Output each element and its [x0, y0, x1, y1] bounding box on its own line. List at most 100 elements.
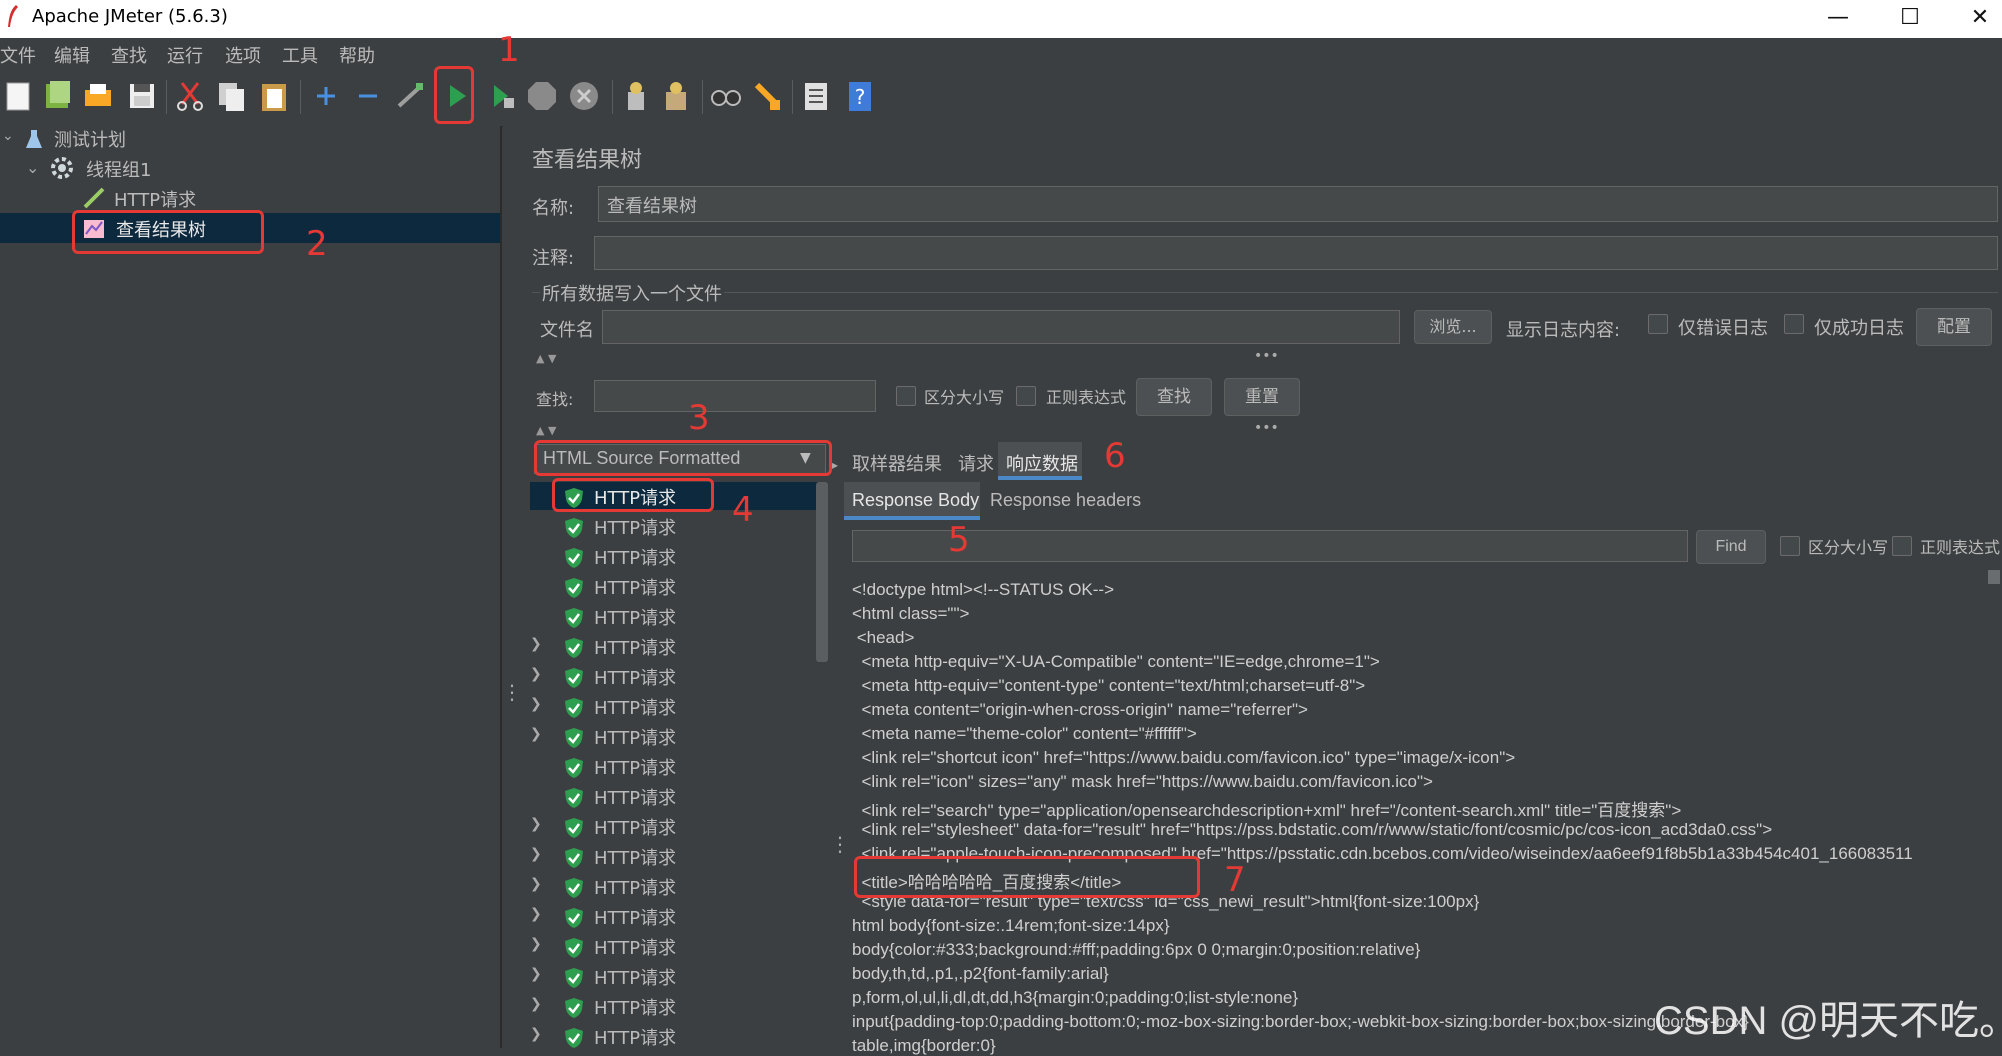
- file-section-title: 所有数据写入一个文件: [540, 280, 724, 306]
- browse-button[interactable]: 浏览...: [1414, 310, 1492, 344]
- watermark: CSDN @明天不吃。: [1654, 999, 2002, 1043]
- expand-arrow-icon[interactable]: ❯: [530, 696, 542, 712]
- clear-icon[interactable]: [618, 78, 654, 114]
- find-button[interactable]: 查找: [1136, 378, 1212, 416]
- search-field[interactable]: [594, 380, 876, 412]
- function-helper-icon[interactable]: [798, 78, 834, 114]
- expand-arrow-icon[interactable]: ❯: [530, 846, 542, 862]
- name-field[interactable]: 查看结果树: [598, 186, 1998, 222]
- maximize-button[interactable]: ☐: [1890, 4, 1930, 32]
- copy-icon[interactable]: [214, 78, 250, 114]
- result-row-label: HTTP请求: [594, 668, 677, 689]
- jmeter-logo-icon: [8, 5, 18, 27]
- pipette-icon: [83, 187, 105, 209]
- success-shield-icon: [565, 608, 583, 628]
- results-scrollbar[interactable]: [816, 482, 828, 662]
- success-shield-icon: [565, 908, 583, 928]
- tree-test-plan[interactable]: 测试计划: [54, 126, 126, 152]
- collapse-arrow-icon[interactable]: ▸: [832, 458, 838, 472]
- open-icon[interactable]: [80, 78, 116, 114]
- success-shield-icon: [565, 818, 583, 838]
- menu-edit[interactable]: 编辑: [54, 42, 90, 68]
- shutdown-icon[interactable]: [566, 78, 602, 114]
- tab-response-data[interactable]: 响应数据: [1006, 450, 1078, 476]
- expand-arrow-icon[interactable]: ❯: [530, 666, 542, 682]
- menu-help[interactable]: 帮助: [339, 42, 375, 68]
- vertical-splitter-grip[interactable]: ⋮: [502, 680, 522, 704]
- splitter-arrows-icon[interactable]: ▲ ▼: [536, 424, 556, 437]
- menu-file[interactable]: 文件: [0, 42, 36, 68]
- help-icon[interactable]: ?: [842, 78, 878, 114]
- case-sensitive-checkbox[interactable]: [896, 386, 916, 406]
- errors-only-checkbox[interactable]: [1648, 314, 1668, 334]
- menu-options[interactable]: 选项: [225, 42, 261, 68]
- stop-icon[interactable]: [524, 78, 560, 114]
- splitter-dots-icon[interactable]: •••: [1254, 348, 1279, 364]
- menu-tools[interactable]: 工具: [282, 42, 318, 68]
- svg-text:?: ?: [855, 85, 866, 109]
- tab-sampler-result[interactable]: 取样器结果: [852, 450, 942, 476]
- response-case-label: 区分大小写: [1808, 538, 1889, 557]
- toggle-icon[interactable]: [392, 78, 428, 114]
- expand-arrow-icon[interactable]: ❯: [530, 966, 542, 982]
- expand-arrow-icon[interactable]: ❯: [530, 936, 542, 952]
- clear-all-icon[interactable]: [658, 78, 694, 114]
- filename-field[interactable]: [602, 310, 1400, 344]
- chevron-down-icon[interactable]: ⌄: [2, 128, 14, 144]
- new-icon[interactable]: [0, 78, 36, 114]
- response-search-field[interactable]: [852, 530, 1688, 562]
- expand-arrow-icon[interactable]: ❯: [530, 636, 542, 652]
- subtab-response-body[interactable]: Response Body: [852, 490, 979, 511]
- templates-icon[interactable]: [40, 78, 76, 114]
- reset-search-icon[interactable]: [750, 78, 786, 114]
- paste-icon[interactable]: [256, 78, 292, 114]
- response-find-button[interactable]: Find: [1696, 530, 1766, 564]
- response-case-checkbox[interactable]: [1780, 536, 1800, 556]
- expand-arrow-icon[interactable]: ❯: [530, 726, 542, 742]
- tree-http-request[interactable]: HTTP请求: [114, 186, 196, 212]
- collapse-icon[interactable]: [350, 78, 386, 114]
- success-shield-icon: [565, 698, 583, 718]
- expand-arrow-icon[interactable]: ❯: [530, 876, 542, 892]
- reset-button[interactable]: 重置: [1224, 378, 1300, 416]
- cut-icon[interactable]: [172, 78, 208, 114]
- tree-thread-group[interactable]: 线程组1: [86, 156, 151, 182]
- minimize-button[interactable]: —: [1818, 4, 1858, 32]
- vertical-splitter-grip[interactable]: ⋮: [830, 832, 850, 856]
- response-line: body{color:#333;background:#fff;padding:…: [852, 940, 1421, 959]
- regex-checkbox[interactable]: [1016, 386, 1036, 406]
- expand-arrow-icon[interactable]: ❯: [530, 816, 542, 832]
- success-only-checkbox[interactable]: [1784, 314, 1804, 334]
- result-row-label: HTTP请求: [594, 728, 677, 749]
- menu-run[interactable]: 运行: [167, 42, 203, 68]
- success-shield-icon: [565, 668, 583, 688]
- filename-label: 文件名: [540, 320, 594, 341]
- config-button[interactable]: 配置: [1916, 308, 1992, 346]
- expand-arrow-icon[interactable]: ❯: [530, 1026, 542, 1042]
- menu-search[interactable]: 查找: [111, 42, 147, 68]
- annotation-box-3: [534, 440, 832, 476]
- subtab-response-headers[interactable]: Response headers: [990, 490, 1141, 511]
- start-no-pause-icon[interactable]: [484, 78, 520, 114]
- splitter-arrows-icon[interactable]: ▲ ▼: [536, 352, 556, 365]
- response-line: html body{font-size:.14rem;font-size:14p…: [852, 916, 1170, 935]
- splitter-dots-icon[interactable]: •••: [1254, 420, 1279, 436]
- response-line: p,form,ol,ul,li,dl,dt,dd,h3{margin:0;pad…: [852, 988, 1299, 1007]
- result-row-label: HTTP请求: [594, 968, 677, 989]
- expand-icon[interactable]: [308, 78, 344, 114]
- chevron-down-icon[interactable]: ⌄: [26, 158, 39, 177]
- result-row-label: HTTP请求: [594, 638, 677, 659]
- tab-request[interactable]: 请求: [958, 450, 994, 476]
- response-scroll-thumb[interactable]: [1988, 570, 2000, 584]
- search-icon[interactable]: [708, 78, 744, 114]
- annotation-box-4: [552, 478, 714, 512]
- close-button[interactable]: ✕: [1960, 4, 2000, 32]
- save-icon[interactable]: [124, 78, 160, 114]
- expand-arrow-icon[interactable]: ❯: [530, 906, 542, 922]
- success-shield-icon: [565, 518, 583, 538]
- success-shield-icon: [565, 638, 583, 658]
- comment-field[interactable]: [594, 236, 1998, 270]
- result-row-label: HTTP请求: [594, 998, 677, 1019]
- expand-arrow-icon[interactable]: ❯: [530, 996, 542, 1012]
- response-regex-checkbox[interactable]: [1892, 536, 1912, 556]
